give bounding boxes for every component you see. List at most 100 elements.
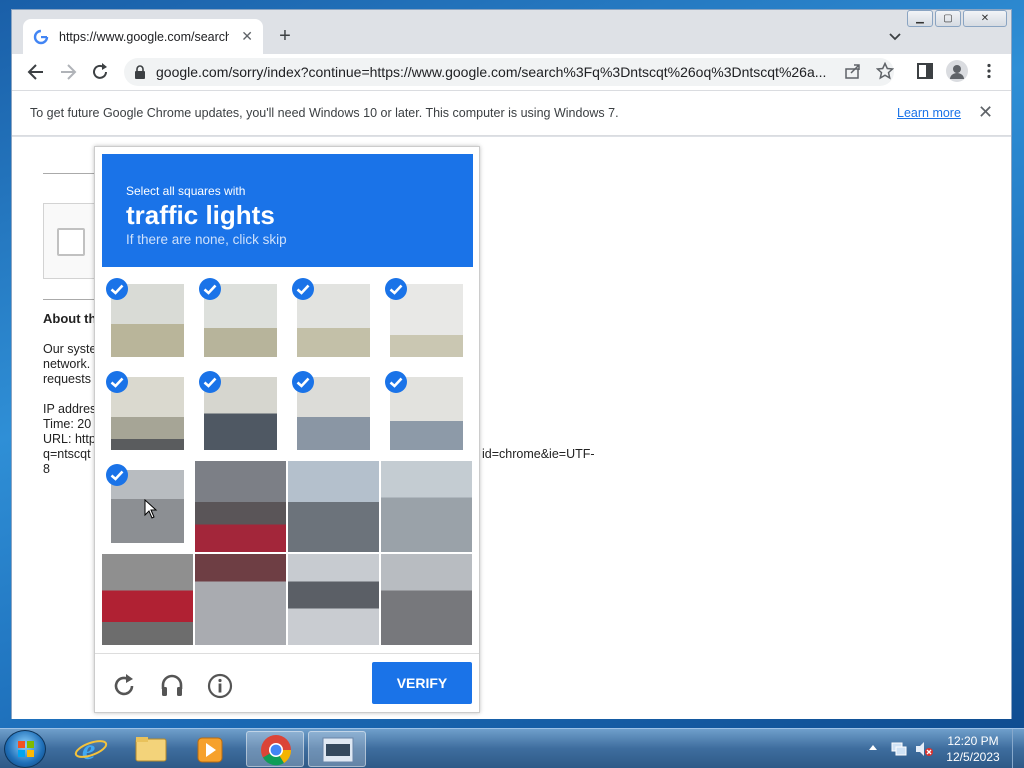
url-right-fragment: id=chrome&ie=UTF-: [482, 447, 595, 461]
image-grid: [102, 275, 473, 646]
captcha-tile[interactable]: [381, 461, 472, 552]
checkmark-icon: [292, 278, 314, 300]
checkmark-icon: [199, 371, 221, 393]
captcha-tile[interactable]: [102, 554, 193, 645]
captcha-tile[interactable]: [195, 461, 286, 552]
infobar-message: To get future Google Chrome updates, you…: [30, 106, 619, 120]
tab-search-chevron-icon[interactable]: [887, 28, 903, 44]
captcha-tile[interactable]: [195, 554, 286, 645]
captcha-tile[interactable]: [102, 275, 193, 366]
side-panel-icon[interactable]: [916, 62, 934, 80]
checkmark-icon: [385, 371, 407, 393]
address-bar[interactable]: google.com/sorry/index?continue=https://…: [124, 58, 894, 86]
captcha-tile[interactable]: [195, 275, 286, 366]
kebab-menu-icon[interactable]: [980, 62, 998, 80]
learn-more-link[interactable]: Learn more: [897, 106, 961, 120]
page-line: network.: [43, 357, 91, 371]
checkmark-icon: [106, 278, 128, 300]
url-tail: 8: [43, 462, 50, 476]
profile-avatar[interactable]: [946, 60, 968, 82]
verify-button[interactable]: VERIFY: [372, 662, 472, 704]
windows-taskbar: e 12:20 PM 12/5/2023: [0, 728, 1024, 768]
challenge-header: Select all squares with traffic lights I…: [102, 154, 473, 267]
challenge-target: traffic lights: [126, 200, 275, 230]
file-explorer-taskbar-item[interactable]: [122, 731, 180, 767]
reload-icon[interactable]: [90, 62, 110, 82]
url-label: URL: http: [43, 432, 96, 446]
media-player-icon: [197, 737, 223, 763]
reload-challenge-icon[interactable]: [111, 673, 137, 699]
start-button[interactable]: [4, 730, 46, 768]
address-url: google.com/sorry/index?continue=https://…: [156, 64, 827, 80]
car-rear-icon: [102, 554, 193, 645]
captcha-tile[interactable]: [288, 554, 379, 645]
bookmark-star-icon[interactable]: [876, 62, 894, 80]
captcha-tile[interactable]: [195, 368, 286, 459]
tab-strip: https://www.google.com/search? ✕ + ▁ ▢ ✕: [12, 10, 1011, 54]
new-tab-icon[interactable]: +: [274, 26, 296, 46]
checkmark-icon: [385, 278, 407, 300]
car-side-icon: [195, 554, 286, 645]
windows-logo-icon: [18, 741, 34, 757]
recaptcha-checkbox[interactable]: [57, 228, 85, 256]
url-continued: q=ntscqt: [43, 447, 91, 461]
infobar-close-icon[interactable]: ✕: [978, 102, 993, 123]
page-line: Our syste: [43, 342, 97, 356]
captcha-tile[interactable]: [381, 554, 472, 645]
challenge-hint: If there are none, click skip: [126, 232, 287, 247]
update-infobar: To get future Google Chrome updates, you…: [12, 90, 1011, 136]
minimize-button[interactable]: ▁: [907, 10, 933, 27]
share-icon[interactable]: [844, 62, 862, 80]
captcha-tile[interactable]: [381, 275, 472, 366]
captcha-tile[interactable]: [288, 461, 379, 552]
window-controls: ▁ ▢ ✕: [905, 10, 1007, 27]
traffic-light-car-icon: [381, 461, 472, 552]
browser-toolbar: google.com/sorry/index?continue=https://…: [12, 54, 1011, 90]
checkmark-icon: [292, 371, 314, 393]
chrome-icon: [261, 735, 292, 766]
google-favicon-icon: [33, 29, 49, 44]
show-hidden-icons-icon[interactable]: [868, 743, 878, 753]
captcha-tile[interactable]: [288, 275, 379, 366]
network-icon[interactable]: [890, 740, 908, 758]
forward-arrow-icon[interactable]: [58, 62, 78, 82]
captcha-tile[interactable]: [288, 368, 379, 459]
checkmark-icon: [106, 464, 128, 486]
back-arrow-icon[interactable]: [26, 62, 46, 82]
audio-challenge-icon[interactable]: [159, 673, 185, 699]
chrome-taskbar-item[interactable]: [246, 731, 304, 767]
lock-icon: [135, 65, 145, 79]
checkmark-icon: [199, 278, 221, 300]
checkmark-icon: [106, 371, 128, 393]
internet-explorer-icon: e: [74, 733, 108, 766]
maximize-button[interactable]: ▢: [935, 10, 961, 27]
person-icon: [950, 65, 964, 79]
ip-address-label: IP addres: [43, 402, 97, 416]
on-screen-keyboard-taskbar-item[interactable]: [308, 731, 366, 767]
keyboard-icon: [322, 737, 354, 763]
folder-icon: [135, 737, 167, 762]
clock-time: 12:20 PM: [947, 734, 999, 748]
clock-date: 12/5/2023: [946, 750, 1000, 764]
tab-close-icon[interactable]: ✕: [241, 28, 253, 45]
internet-explorer-taskbar-item[interactable]: e: [62, 731, 120, 767]
captcha-tile[interactable]: [381, 368, 472, 459]
challenge-instruction: Select all squares with: [126, 184, 246, 198]
time-label: Time: 20: [43, 417, 92, 431]
info-icon[interactable]: [207, 673, 233, 699]
volume-muted-icon[interactable]: [914, 740, 934, 758]
close-window-button[interactable]: ✕: [963, 10, 1007, 27]
show-desktop-button[interactable]: [1012, 729, 1024, 768]
page-line: requests: [43, 372, 91, 386]
recaptcha-challenge: Select all squares with traffic lights I…: [94, 146, 480, 713]
about-heading: About th: [43, 311, 97, 326]
tab-google-search[interactable]: https://www.google.com/search? ✕: [23, 19, 263, 54]
street-scene-icon: [288, 461, 379, 552]
media-player-taskbar-item[interactable]: [182, 731, 240, 767]
mouse-cursor-icon: [144, 499, 158, 519]
challenge-footer: VERIFY: [95, 653, 479, 713]
captcha-tile[interactable]: [102, 368, 193, 459]
car-roof-icon: [195, 461, 286, 552]
svg-text:e: e: [82, 733, 95, 766]
system-clock[interactable]: 12:20 PM 12/5/2023: [940, 733, 1006, 765]
